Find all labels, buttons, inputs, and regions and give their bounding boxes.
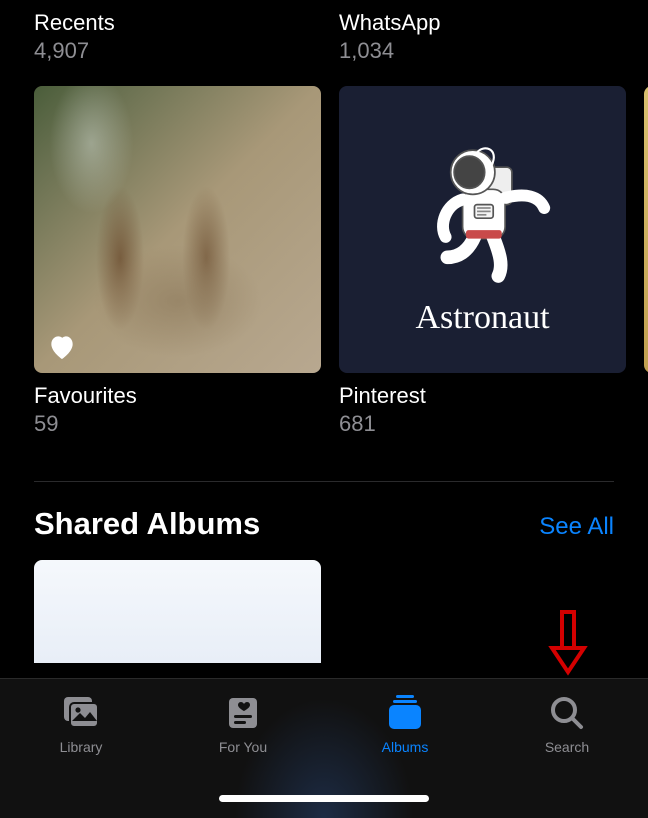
my-albums-row-1: Recents 4,907 WhatsApp 1,034	[0, 0, 648, 64]
album-thumbnail	[644, 86, 648, 373]
home-indicator[interactable]	[219, 795, 429, 802]
search-icon	[544, 693, 590, 733]
thumbnail-caption: Astronaut	[415, 299, 549, 337]
my-albums-row-2: Favourites 59	[0, 86, 648, 437]
album-title: Favourites	[34, 383, 321, 409]
tab-label: Library	[60, 739, 103, 755]
album-title: Pinterest	[339, 383, 626, 409]
library-icon	[58, 693, 104, 733]
album-tile-recents[interactable]: Recents 4,907	[34, 10, 321, 64]
tab-for-you[interactable]: For You	[173, 693, 313, 755]
see-all-button[interactable]: See All	[539, 513, 614, 541]
album-tile-favourites[interactable]: Favourites 59	[34, 86, 321, 437]
shared-albums-row	[0, 560, 648, 663]
albums-icon	[382, 693, 428, 733]
album-thumbnail: Astronaut	[339, 86, 626, 373]
album-tile-pinterest[interactable]: Astronaut Pinterest 681	[339, 86, 626, 437]
album-tile-partial[interactable]	[644, 10, 648, 64]
album-count: 4,907	[34, 38, 321, 64]
section-title: Shared Albums	[34, 506, 260, 542]
shared-albums-header: Shared Albums See All	[0, 506, 648, 542]
tab-label: For You	[219, 739, 267, 755]
album-count: 59	[34, 411, 321, 437]
album-tile-whatsapp[interactable]: WhatsApp 1,034	[339, 10, 626, 64]
tab-label: Search	[545, 739, 589, 755]
tab-label: Albums	[382, 739, 429, 755]
tab-library[interactable]: Library	[11, 693, 151, 755]
album-count: 681	[339, 411, 626, 437]
shared-album-tile[interactable]	[34, 560, 321, 663]
for-you-icon	[220, 693, 266, 733]
albums-scroll[interactable]: Recents 4,907 WhatsApp 1,034 Favourites …	[0, 0, 648, 678]
section-divider	[34, 481, 614, 482]
heart-icon	[46, 331, 78, 363]
album-thumbnail	[34, 86, 321, 373]
tab-search[interactable]: Search	[497, 693, 637, 755]
album-tile-partial[interactable]	[644, 86, 648, 437]
astronaut-icon	[398, 123, 568, 293]
tab-bar: Library For You Albums	[0, 678, 648, 818]
album-title: WhatsApp	[339, 10, 626, 36]
tab-albums[interactable]: Albums	[335, 693, 475, 755]
album-title: Recents	[34, 10, 321, 36]
album-count: 1,034	[339, 38, 626, 64]
